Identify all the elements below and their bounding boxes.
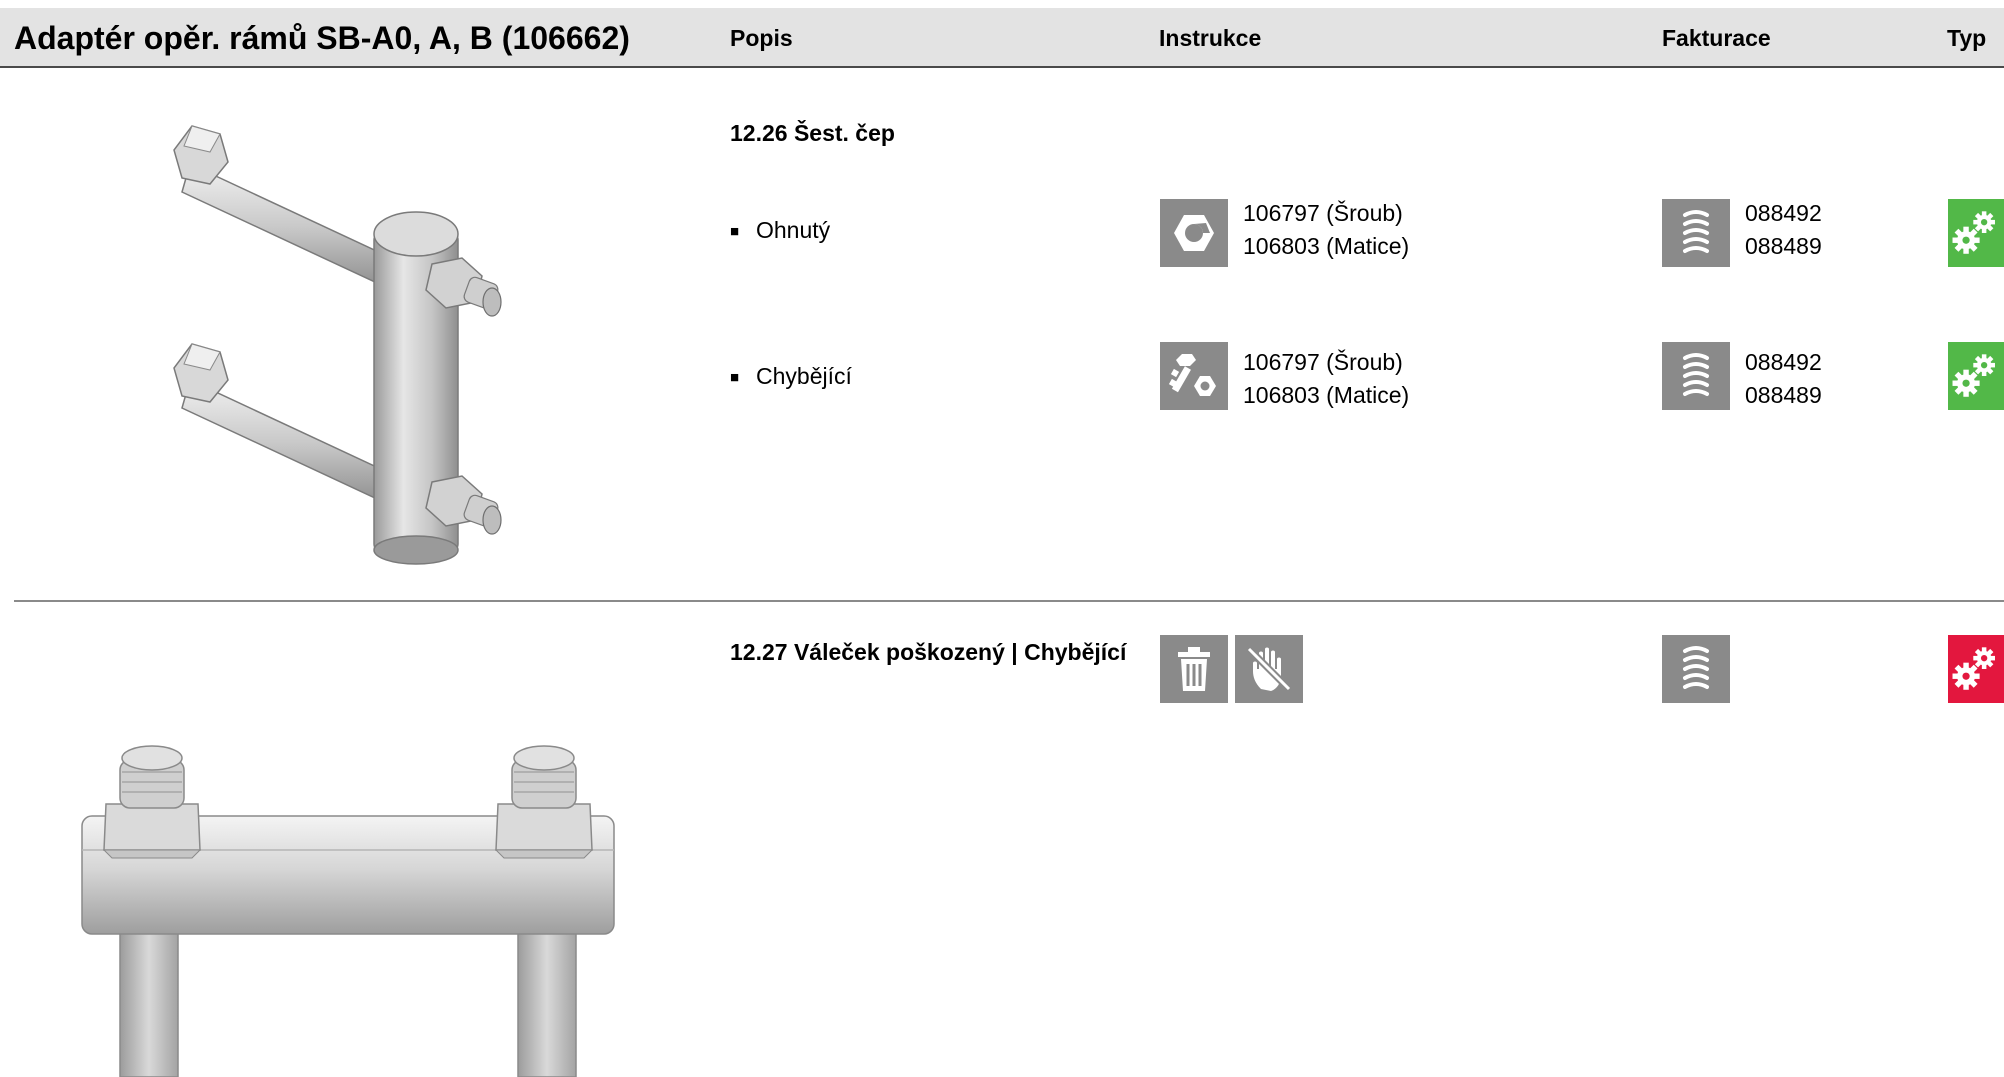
row-label: Ohnutý — [756, 217, 831, 243]
section-title: 12.26 Šest. čep — [730, 120, 895, 146]
code-item: 088489 — [1745, 382, 1822, 408]
row-description: ■ Ohnutý — [730, 217, 830, 244]
section-divider — [14, 600, 2004, 602]
bullet-icon: ■ — [730, 223, 740, 240]
row-label: Chybějící — [756, 363, 852, 389]
bullet-icon: ■ — [730, 369, 740, 386]
billing-codes: 088492 088489 — [1745, 197, 1822, 263]
code-item: 106797 (Šroub) — [1243, 349, 1403, 375]
column-header-typ: Typ — [1947, 25, 1987, 51]
code-item: 088492 — [1745, 200, 1822, 226]
page-title: Adaptér opěr. rámů SB-A0, A, B (106662) — [14, 20, 630, 56]
coil-spring-icon[interactable] — [1662, 199, 1730, 267]
coil-spring-icon[interactable] — [1662, 342, 1730, 410]
gears-icon[interactable] — [1948, 342, 2004, 410]
column-header-popis: Popis — [730, 25, 793, 51]
table-header: Adaptér opěr. rámů SB-A0, A, B (106662) … — [0, 8, 2004, 68]
hex-pin-adapter-illustration — [173, 125, 502, 565]
trash-icon[interactable] — [1160, 635, 1228, 703]
bolt-nut-icon[interactable] — [1160, 342, 1228, 410]
billing-codes: 088492 088489 — [1745, 346, 1822, 412]
row-description: ■ Chybějící — [730, 363, 852, 390]
column-header-fakturace: Fakturace — [1662, 25, 1771, 51]
gears-icon[interactable] — [1948, 199, 2004, 267]
column-header-instrukce: Instrukce — [1159, 25, 1262, 51]
code-item: 106797 (Šroub) — [1243, 200, 1403, 226]
section-title: 12.27 Váleček poškozený | Chybějící — [730, 639, 1127, 665]
code-item: 106803 (Matice) — [1243, 233, 1410, 259]
roller-adapter-illustration — [81, 745, 615, 1077]
instruction-codes: 106797 (Šroub) 106803 (Matice) — [1243, 197, 1409, 263]
gears-icon[interactable] — [1948, 635, 2004, 703]
instruction-codes: 106797 (Šroub) 106803 (Matice) — [1243, 346, 1409, 412]
code-item: 088492 — [1745, 349, 1822, 375]
coil-spring-icon[interactable] — [1662, 635, 1730, 703]
no-hand-icon[interactable] — [1235, 635, 1303, 703]
nut-icon[interactable] — [1160, 199, 1228, 267]
code-item: 106803 (Matice) — [1243, 382, 1410, 408]
code-item: 088489 — [1745, 233, 1822, 259]
